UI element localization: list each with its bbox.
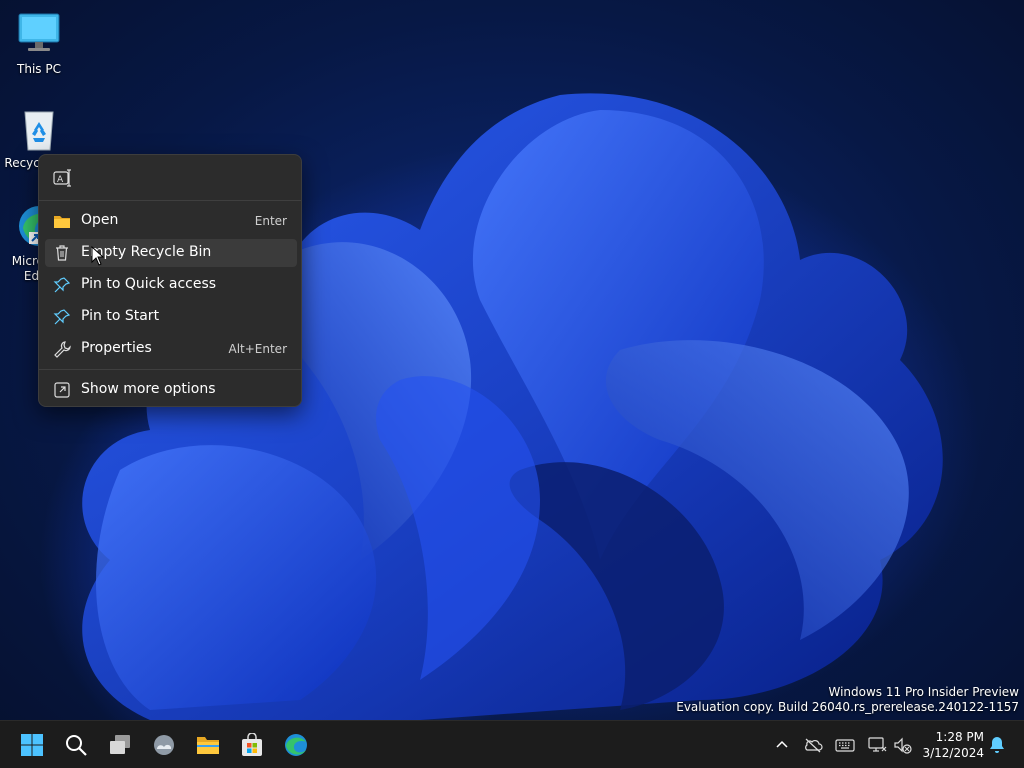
edge-taskbar-button[interactable] — [276, 725, 316, 765]
watermark-line-2: Evaluation copy. Build 26040.rs_prerelea… — [676, 700, 1019, 714]
menu-item-pin-quick-access[interactable]: Pin to Quick access — [45, 271, 297, 299]
network-icon[interactable] — [867, 735, 887, 755]
folder-icon — [53, 212, 71, 230]
clock-date: 3/12/2024 — [922, 746, 984, 760]
rename-icon: A — [53, 169, 71, 187]
start-icon — [21, 734, 43, 756]
task-view-button[interactable] — [100, 725, 140, 765]
menu-item-properties[interactable]: Properties Alt+Enter — [45, 335, 297, 363]
pin-icon — [53, 276, 71, 294]
menu-item-shortcut: Enter — [254, 214, 287, 228]
wrench-icon — [53, 340, 71, 358]
file-explorer-icon — [197, 737, 219, 754]
menu-item-label: Pin to Start — [81, 308, 160, 324]
widgets-button[interactable] — [144, 725, 184, 765]
edge-icon — [285, 734, 307, 756]
search-icon — [66, 735, 87, 756]
desktop-icon-label: This PC — [17, 62, 61, 76]
trash-icon — [53, 244, 71, 262]
start-button[interactable] — [12, 725, 52, 765]
menu-item-pin-start[interactable]: Pin to Start — [45, 303, 297, 331]
context-menu: A Open Enter Empty Recycle Bin Pin to Qu… — [38, 154, 302, 407]
svg-text:A: A — [57, 175, 64, 185]
menu-item-label: Show more options — [81, 381, 216, 397]
notification-bell-icon[interactable] — [987, 735, 1007, 755]
taskbar: 1:28 PM 3/12/2024 — [0, 720, 1024, 768]
context-quick-actions: A — [39, 165, 301, 191]
keyboard-icon[interactable] — [835, 735, 855, 755]
menu-item-label: Properties — [81, 340, 152, 356]
watermark-line-1: Windows 11 Pro Insider Preview — [828, 685, 1019, 699]
chevron-up-icon[interactable] — [772, 735, 792, 755]
clock-time: 1:28 PM — [935, 730, 984, 744]
onedrive-icon[interactable] — [803, 735, 823, 755]
context-divider — [39, 200, 301, 201]
file-explorer-button[interactable] — [188, 725, 228, 765]
taskbar-clock[interactable]: 1:28 PM 3/12/2024 — [920, 729, 984, 761]
pin-icon — [53, 308, 71, 326]
context-divider — [39, 369, 301, 370]
search-button[interactable] — [56, 725, 96, 765]
menu-item-show-more-options[interactable]: Show more options — [45, 376, 297, 404]
menu-item-open[interactable]: Open Enter — [45, 207, 297, 235]
menu-item-label: Open — [81, 212, 119, 228]
rename-button[interactable]: A — [49, 165, 75, 191]
store-button[interactable] — [232, 725, 272, 765]
evaluation-watermark: Windows 11 Pro Insider Preview Evaluatio… — [676, 685, 1019, 715]
widgets-icon — [154, 735, 174, 755]
monitor-icon — [15, 10, 63, 58]
store-icon — [242, 733, 262, 756]
expand-icon — [53, 381, 71, 399]
mouse-cursor-icon — [91, 246, 105, 266]
task-view-icon — [110, 735, 130, 754]
desktop[interactable]: This PC Recycle Bin Microsoft Edge — [0, 0, 1024, 720]
menu-item-label: Pin to Quick access — [81, 276, 217, 292]
volume-muted-icon[interactable] — [893, 735, 913, 755]
menu-item-empty-recycle-bin[interactable]: Empty Recycle Bin — [45, 239, 297, 267]
desktop-icon-this-pc[interactable]: This PC — [1, 10, 77, 77]
menu-item-shortcut: Alt+Enter — [228, 342, 287, 356]
recycle-bin-icon — [15, 104, 63, 152]
